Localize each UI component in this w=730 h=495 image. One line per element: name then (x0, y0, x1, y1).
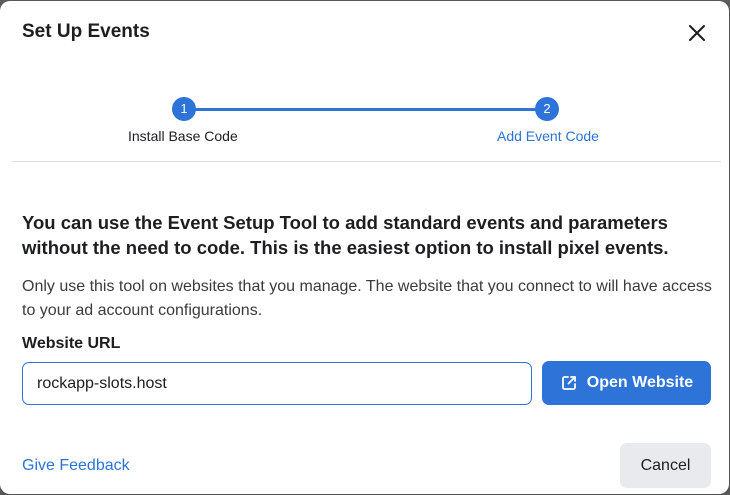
step-1-indicator: 1 (172, 97, 196, 121)
open-website-label: Open Website (586, 374, 694, 391)
progress-stepper: 1 2 Install Base Code Add Event Code (0, 93, 729, 153)
dialog-title: Set Up Events (22, 21, 150, 42)
step-2-label: Add Event Code (497, 128, 599, 144)
give-feedback-link[interactable]: Give Feedback (22, 457, 130, 475)
open-website-button[interactable]: Open Website (542, 361, 711, 405)
headline: You can use the Event Setup Tool to add … (22, 212, 669, 258)
setup-events-dialog: Set Up Events 1 2 Install Base Code Add … (0, 1, 729, 494)
website-url-input[interactable] (22, 362, 532, 405)
cancel-button[interactable]: Cancel (620, 443, 711, 488)
close-button[interactable] (683, 19, 711, 47)
close-icon (689, 25, 705, 41)
description: Only use this tool on websites that you … (22, 278, 712, 319)
step-2-indicator: 2 (535, 97, 559, 121)
divider (12, 161, 721, 162)
external-link-icon (560, 374, 578, 392)
step-1-label: Install Base Code (128, 128, 238, 144)
stepper-connector (190, 108, 547, 111)
website-url-label: Website URL (22, 335, 121, 352)
